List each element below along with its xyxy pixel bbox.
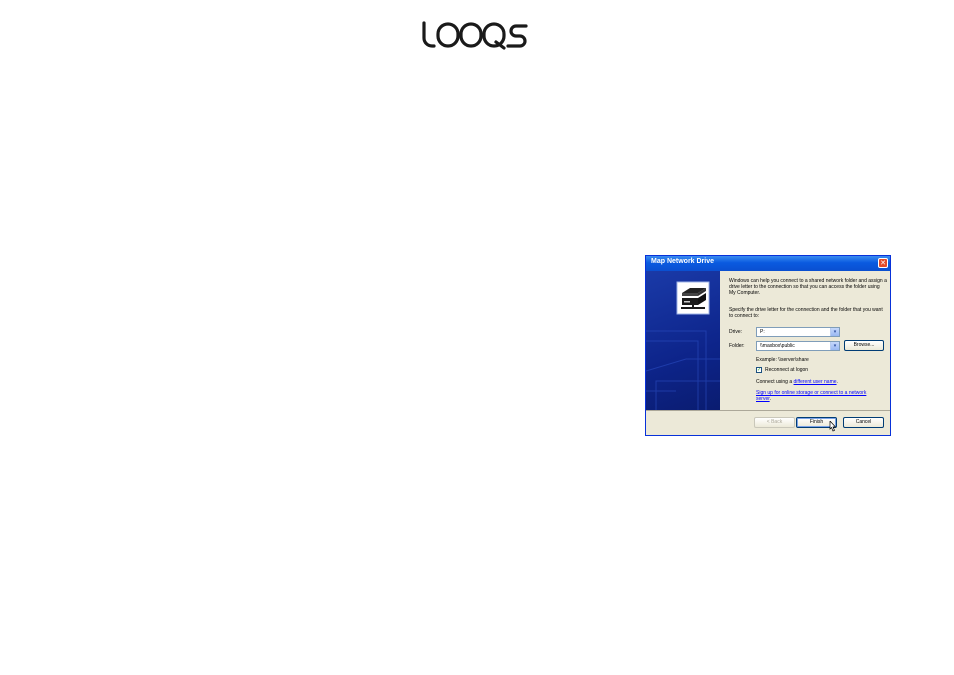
signup-link[interactable]: Sign up for online storage or connect to… [756,390,866,402]
drive-select[interactable]: P: ▾ [756,327,840,337]
dropdown-arrow-icon[interactable]: ▾ [830,342,839,350]
connect-using-text: Connect using a different user name. [756,379,886,385]
cancel-button[interactable]: Cancel [843,417,884,428]
network-drive-icon [676,281,710,315]
looqs-logo [422,21,528,50]
dialog-body: Windows can help you connect to a shared… [646,271,890,435]
signup-text: Sign up for online storage or connect to… [756,390,876,402]
browse-button[interactable]: Browse... [844,340,884,351]
checkmark-icon[interactable]: ✓ [756,367,762,373]
specify-text: Specify the drive letter for the connect… [729,307,883,319]
title-bar[interactable]: Map Network Drive ✕ [646,256,890,271]
connect-suffix: . [836,379,838,385]
dialog-title: Map Network Drive [651,258,715,265]
folder-label: Folder: [729,343,745,349]
signup-suffix: . [769,396,772,402]
footer-divider [646,410,890,411]
different-user-link[interactable]: different user name [794,379,837,385]
wizard-side-panel [646,271,720,410]
intro-text: Windows can help you connect to a shared… [729,278,887,296]
connect-prefix: Connect using a [756,379,794,385]
back-button[interactable]: < Back [754,417,795,428]
folder-value: \\maxbox\public [760,343,795,349]
close-icon[interactable]: ✕ [878,258,888,268]
map-network-drive-dialog: Map Network Drive ✕ Windows can help you… [645,255,891,436]
reconnect-label: Reconnect at logon [765,367,809,373]
drive-label: Drive: [729,329,743,335]
example-text: Example: \\server\share [756,357,809,363]
drive-value: P: [760,329,765,335]
folder-input[interactable]: \\maxbox\public ▾ [756,341,840,351]
mouse-cursor-icon [829,421,837,432]
dropdown-arrow-icon[interactable]: ▾ [830,328,839,336]
